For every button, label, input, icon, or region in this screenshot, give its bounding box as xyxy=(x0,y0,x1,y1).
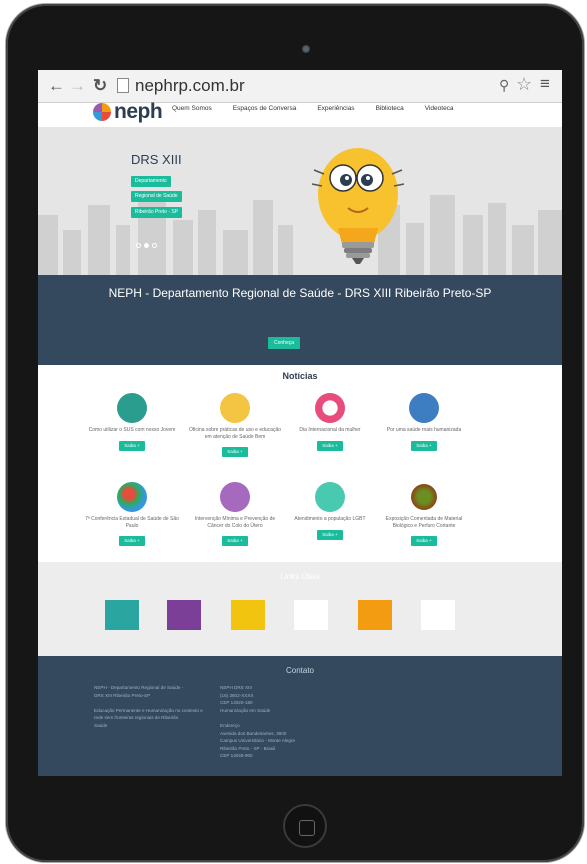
news-caption: Dia Internacional da mulher xyxy=(299,427,361,433)
news-section: Notícias Como utilizar o SUS com nosso J… xyxy=(38,365,562,562)
news-caption: Oficina sobre práticas de uso e educação… xyxy=(189,427,281,440)
humanizasus-logo-link[interactable] xyxy=(167,600,201,630)
reload-icon[interactable]: ↻ xyxy=(93,76,107,96)
nav-item-biblioteca[interactable]: Biblioteca xyxy=(376,105,404,112)
saiba-mais-button[interactable]: Saiba + xyxy=(317,440,343,451)
news-thumb-cancer-icon[interactable] xyxy=(220,482,250,512)
news-caption: Atendimento a população LGBT xyxy=(294,516,366,522)
footer-contact: NEPH DRS XIII (16) 3602-XXXX CEP 14020-1… xyxy=(220,684,340,760)
footer-line: Humanização em Saúde xyxy=(220,707,271,713)
site-navbar: neph Quem Somos Espaços de Conversa Expe… xyxy=(38,100,562,128)
browser-toolbar: ← → ↻ nephrp.com.br ⚲ ☆ ≡ xyxy=(38,70,562,103)
footer-title: Contato xyxy=(285,666,315,675)
news-thumb-health-icon[interactable] xyxy=(409,393,439,423)
portal-saude-logo-link[interactable] xyxy=(294,600,328,630)
footer-line: NEPH DRS XIII xyxy=(220,685,252,690)
footer-line: CEP 14020-180 xyxy=(220,700,253,706)
news-card: Atendimento a população LGBT Saiba + xyxy=(282,482,378,541)
footer-line: CEP 14049-900 xyxy=(220,753,253,759)
logo-text: neph xyxy=(114,100,163,123)
address-bar[interactable]: nephrp.com.br xyxy=(135,76,245,96)
news-card: Dia Internacional da mulher Saiba + xyxy=(282,393,378,452)
saiba-mais-button[interactable]: Saiba + xyxy=(317,529,343,540)
footer-line: Saúde xyxy=(94,722,108,728)
news-caption: Por uma saúde mais humanizada xyxy=(386,427,462,433)
footer-line: Educação Permanente e Humanização no con… xyxy=(94,707,203,713)
news-card: Por uma saúde mais humanizada Saiba + xyxy=(376,393,472,452)
menu-icon[interactable]: ≡ xyxy=(540,74,550,94)
news-thumb-women-icon[interactable] xyxy=(315,393,345,423)
footer-line: Endereço xyxy=(220,722,240,728)
saiba-mais-button[interactable]: Saiba + xyxy=(411,440,437,451)
footer-line: (16) 3602-XXXX xyxy=(220,692,254,698)
news-thumb-material-icon[interactable] xyxy=(409,482,439,512)
slider-dot[interactable] xyxy=(136,243,141,248)
zoom-icon[interactable]: ⚲ xyxy=(499,77,509,94)
band-title: NEPH - Departamento Regional de Saúde - … xyxy=(108,286,492,300)
nav-item-quem-somos[interactable]: Quem Somos xyxy=(172,105,212,112)
news-caption: 7ª Conferência Estadual de Saúde de São … xyxy=(85,516,179,529)
home-button[interactable] xyxy=(283,804,327,848)
bvs-logo-link[interactable] xyxy=(421,600,455,630)
lightbulb-mascot-icon xyxy=(311,148,405,264)
news-thumb-sus-icon[interactable] xyxy=(117,393,147,423)
site-logo[interactable]: neph xyxy=(93,100,163,124)
links-title: Links Úteis xyxy=(280,572,320,581)
news-card: Exposição Comentada de Material Biológic… xyxy=(376,482,472,547)
hero-button-regional[interactable]: Regional de Saúde xyxy=(131,191,182,202)
news-title: Notícias xyxy=(282,371,318,381)
hero-button-departamento[interactable]: Departamento xyxy=(131,176,171,187)
footer-line: NEPH - Departamento Regional de Saúde - xyxy=(94,685,184,690)
nav-item-espacos[interactable]: Espaços de Conversa xyxy=(233,105,297,112)
page-icon xyxy=(117,78,129,93)
saiba-mais-button[interactable]: Saiba + xyxy=(119,536,145,546)
saiba-mais-button[interactable]: Saiba + xyxy=(222,536,248,546)
hero-title: DRS XIII xyxy=(131,152,182,167)
conheca-button[interactable]: Conheça xyxy=(268,337,301,349)
news-thumb-lgbt-icon[interactable] xyxy=(315,482,345,512)
news-card: Intervenção Mínima e Prevenção de Câncer… xyxy=(187,482,283,547)
footer-line: Avenida dos Bandeirantes, 3900 xyxy=(220,730,287,736)
links-section: Links Úteis xyxy=(38,562,562,656)
footer-line xyxy=(220,714,340,722)
main-menu: Quem Somos Espaços de Conversa Experiênc… xyxy=(172,105,475,112)
news-card: Oficina sobre práticas de uso e educação… xyxy=(187,393,283,458)
hero-slider: DRS XIII Departamento Regional de Saúde … xyxy=(38,128,562,275)
slider-dot-active[interactable] xyxy=(144,243,149,248)
saiba-mais-button[interactable]: Saiba + xyxy=(411,536,437,546)
slider-dot[interactable] xyxy=(152,243,157,248)
sus-logo-link[interactable] xyxy=(105,600,139,630)
bookmark-star-icon[interactable]: ☆ xyxy=(516,74,532,95)
news-caption: Como utilizar o SUS com nosso Jovem xyxy=(88,427,176,433)
camera xyxy=(302,45,310,53)
saiba-mais-button[interactable]: Saiba + xyxy=(119,440,145,451)
hero-button-ribeirao[interactable]: Ribeirão Preto - SP xyxy=(131,207,183,218)
forward-arrow-icon[interactable]: → xyxy=(69,76,86,96)
news-card: Como utilizar o SUS com nosso Jovem Saib… xyxy=(84,393,180,452)
footer: Contato NEPH - Departamento Regional de … xyxy=(38,656,562,776)
footer-line: DRS XIII Ribeirão Preto-SP xyxy=(94,692,151,698)
news-caption: Intervenção Mínima e Prevenção de Câncer… xyxy=(194,516,276,529)
footer-line: Campus Universitário - Monte Alegre xyxy=(220,738,296,744)
news-card: 7ª Conferência Estadual de Saúde de São … xyxy=(84,482,180,547)
footer-about: NEPH - Departamento Regional de Saúde - … xyxy=(94,684,214,730)
saiba-mais-button[interactable]: Saiba + xyxy=(222,447,248,457)
nav-item-experiencias[interactable]: Experiências xyxy=(317,105,354,112)
nav-item-videoteca[interactable]: Videoteca xyxy=(425,105,454,112)
news-thumb-conference-icon[interactable] xyxy=(117,482,147,512)
title-band: NEPH - Departamento Regional de Saúde - … xyxy=(38,275,562,365)
fiocruz-logo-link[interactable] xyxy=(358,600,392,630)
slider-dots xyxy=(136,243,157,248)
footer-line: rede sem fronteiras regionais de Ribeirã… xyxy=(94,715,179,721)
browser-screen: ← → ↻ nephrp.com.br ⚲ ☆ ≡ neph Quem Somo… xyxy=(38,70,562,776)
secretaria-saude-logo-link[interactable] xyxy=(231,600,265,630)
footer-line: Ribeirão Preto - SP - Brasil xyxy=(220,745,276,751)
footer-line xyxy=(94,699,214,707)
back-arrow-icon[interactable]: ← xyxy=(48,76,65,96)
city-skyline xyxy=(38,195,562,275)
news-thumb-mascot-icon[interactable] xyxy=(220,393,250,423)
logo-mark-icon xyxy=(93,103,111,121)
news-caption: Exposição Comentada de Material Biológic… xyxy=(385,516,463,529)
